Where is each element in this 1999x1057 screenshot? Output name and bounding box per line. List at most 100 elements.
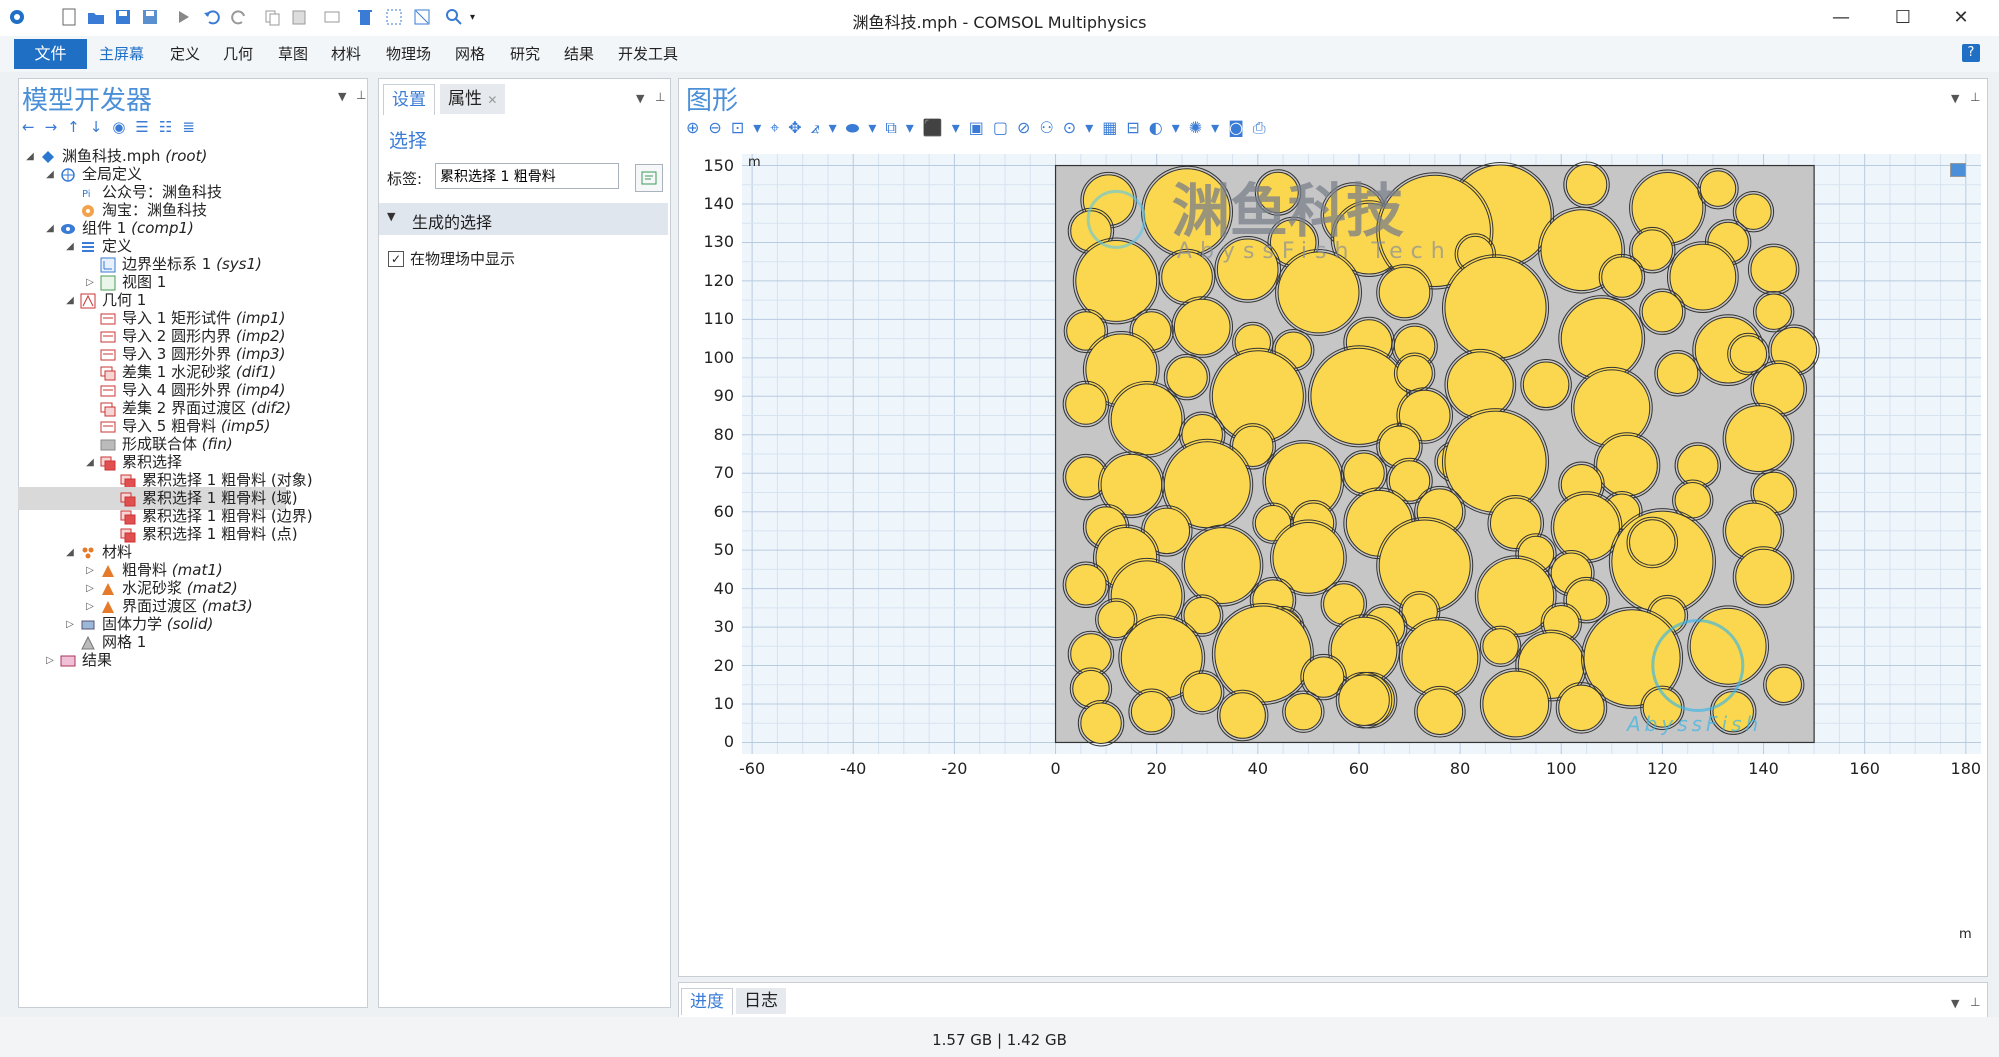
aggregate-circle[interactable] [1522,361,1570,409]
bottom-menu-chevron-icon[interactable]: ▼ [1951,997,1959,1010]
hide-icon[interactable]: ⊘ [1017,118,1039,137]
settings-pin-icon[interactable]: ⊥ [655,90,665,104]
deselect-box-icon[interactable]: ▢ [993,118,1017,137]
transparency-icon[interactable]: ⚇ [1039,118,1062,137]
tab-physics[interactable]: 物理场 [378,42,439,66]
aggregate-circle[interactable] [1444,256,1547,359]
aggregate-circle[interactable] [1674,481,1711,519]
label-field[interactable] [435,163,619,189]
tree-node[interactable]: ▷ 结果 [22,649,362,672]
lights-icon[interactable]: ◐▾ [1149,118,1189,137]
tab-log[interactable]: 日志 [736,988,786,1014]
aggregate-circle[interactable] [1130,690,1173,733]
show-icon[interactable]: ◉ [112,118,135,136]
aggregate-circle[interactable] [1182,672,1222,713]
aggregate-circle[interactable] [1338,674,1390,726]
tab-settings-window[interactable]: 设置 [383,84,435,115]
aggregate-circle[interactable] [1166,356,1208,398]
zoom-in-icon[interactable]: ⊕ [686,118,708,137]
file-menu[interactable]: 文件 [14,39,87,69]
section-header[interactable]: ▼ 生成的选择 [379,203,668,235]
tab-materials[interactable]: 材料 [323,42,369,66]
move-up-icon[interactable]: ↑ [67,118,90,136]
minimize-button[interactable]: — [1818,4,1864,32]
axes-icon[interactable]: ⦨▾ [811,118,846,137]
aggregate-circle[interactable] [1072,669,1110,708]
aggregate-circle[interactable] [1284,692,1323,731]
aggregate-circle[interactable] [1755,293,1792,330]
aggregate-circle[interactable] [1401,619,1479,697]
aggregate-circle[interactable] [1656,352,1699,394]
aggregate-circle[interactable] [1629,519,1676,566]
aggregate-circle[interactable] [1065,456,1107,498]
aggregate-circle[interactable] [1750,246,1797,293]
graphics-pin-icon[interactable]: ⊥ [1970,90,1980,104]
tab-sketch[interactable]: 草图 [270,42,316,66]
aggregate-circle[interactable] [1378,266,1431,319]
aggregate-circle[interactable] [1396,355,1433,392]
pin-icon[interactable]: ⊥ [356,88,366,102]
zoom-extents-icon[interactable]: ⌖ [770,118,788,137]
back-arrow-icon[interactable]: ← [22,118,45,136]
close-button[interactable]: ✕ [1938,4,1984,32]
tab-mesh[interactable]: 网格 [447,42,493,66]
aggregate-circle[interactable] [1482,628,1519,665]
aggregate-circle[interactable] [1446,351,1514,419]
select-domains-icon[interactable]: ⬛▾ [923,118,969,137]
scene-light-icon[interactable]: ✺▾ [1189,118,1228,137]
aggregate-circle[interactable] [1477,557,1555,635]
maximize-button[interactable]: ☐ [1880,4,1926,32]
panel-menu-chevron-icon[interactable]: ▼ [338,90,346,103]
tab-geometry[interactable]: 几何 [215,42,261,66]
aggregate-circle[interactable] [1553,493,1620,561]
wireframe-icon[interactable]: ⊙▾ [1063,118,1102,137]
aggregate-circle[interactable] [1173,298,1231,356]
forward-arrow-icon[interactable]: → [45,118,68,136]
aggregate-circle[interactable] [1560,297,1643,380]
aggregate-circle[interactable] [1558,684,1605,732]
aggregate-circle[interactable] [1669,243,1737,311]
aggregate-circle[interactable] [1100,453,1163,516]
geometry-plot[interactable]: 渊鱼科技AbyssFish Tech AbyssFish [742,154,1981,944]
aggregate-circle[interactable] [1677,444,1719,487]
tab-progress[interactable]: 进度 [681,988,733,1015]
select-box-icon[interactable]: ▣ [969,118,993,137]
bottom-pin-icon[interactable]: ⊥ [1970,995,1980,1009]
aggregate-circle[interactable] [1219,692,1266,739]
render-icon[interactable]: ⬬▾ [846,118,886,137]
aggregate-circle[interactable] [1596,434,1658,497]
tab-results[interactable]: 结果 [556,42,602,66]
aggregate-circle[interactable] [1080,702,1122,744]
aggregate-circle[interactable] [1184,527,1261,604]
camera-icon[interactable]: ◙ [1228,118,1253,137]
expand-arrow-icon[interactable]: ▷ [44,649,56,672]
aggregate-circle[interactable] [1110,383,1183,456]
select-objects-icon[interactable]: ⧉▾ [885,118,922,137]
collapse-icon[interactable]: ☷ [159,118,182,136]
zoom-out-icon[interactable]: ⊖ [708,118,730,137]
tab-definitions[interactable]: 定义 [162,42,208,66]
aggregate-circle[interactable] [1065,383,1107,425]
move-icon[interactable]: ✥ [788,118,810,137]
aggregate-circle[interactable] [1601,256,1643,298]
settings-menu-chevron-icon[interactable]: ▼ [636,92,644,105]
tab-developer[interactable]: 开发工具 [610,42,686,66]
aggregate-circle[interactable] [1416,688,1464,735]
tab-study[interactable]: 研究 [502,42,548,66]
aggregate-circle[interactable] [1641,290,1684,333]
expand-icon[interactable]: ☰ [135,118,158,136]
label-edit-button[interactable] [635,164,663,192]
aggregate-circle[interactable] [1482,670,1550,738]
aggregate-circle[interactable] [1765,666,1802,703]
graphics-menu-chevron-icon[interactable]: ▼ [1951,92,1959,105]
aggregate-circle[interactable] [1065,564,1107,606]
zoom-box-icon[interactable]: ⊡▾ [731,118,770,137]
help-button[interactable]: ? [1962,44,1980,62]
aggregate-circle[interactable] [1277,251,1360,334]
aggregate-circle[interactable] [1735,548,1792,606]
show-in-physics-checkbox[interactable]: ✓ [388,251,404,267]
clear-selection-icon[interactable]: ⊟ [1126,118,1148,137]
grid-icon[interactable]: ▦ [1102,118,1126,137]
aggregate-circle[interactable] [1725,405,1792,472]
aggregate-circle[interactable] [1214,605,1312,703]
